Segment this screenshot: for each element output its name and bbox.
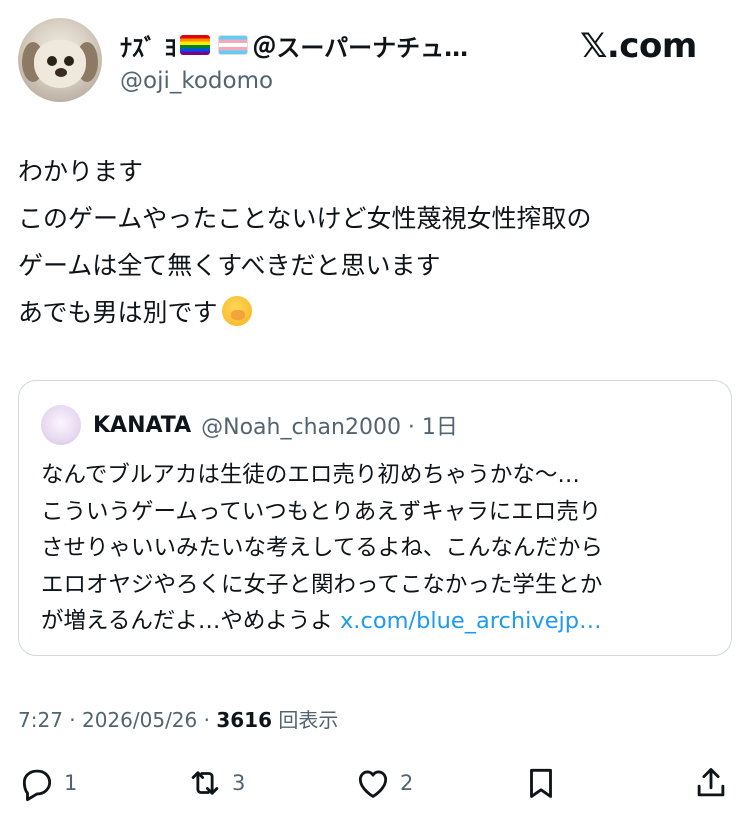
retweet-icon xyxy=(191,771,219,795)
avatar-eye xyxy=(64,56,74,66)
display-name-prefix: ﾅｽﾞ ﾖ xyxy=(120,33,177,62)
quoted-tweet[interactable]: KANATA @Noah_chan2000 · 1日 なんでブルアカは生徒のエロ… xyxy=(18,380,732,656)
retweet-button[interactable]: 3 xyxy=(186,760,245,806)
reply-icon xyxy=(22,769,52,802)
quote-link[interactable]: x.com/blue_archivejp… xyxy=(340,608,602,634)
tweet-line: このゲームやったことないけど女性蔑視女性搾取の xyxy=(18,204,592,233)
quote-body: なんでブルアカは生徒のエロ売り初めちゃうかな〜… こういうゲームっていつもとりあ… xyxy=(41,457,717,640)
x-logo[interactable]: 𝕏.com xyxy=(580,26,697,66)
reply-button[interactable]: 1 xyxy=(18,760,77,806)
trans-flag-icon xyxy=(218,35,249,55)
retweet-count: 3 xyxy=(232,771,246,795)
quote-header: KANATA @Noah_chan2000 · 1日 xyxy=(41,405,458,445)
tweet-header: ﾅｽﾞ ﾖ ＠スーパーナチュ… @oji_kodomo 𝕏.com xyxy=(18,18,732,108)
display-name-suffix: ＠スーパーナチュ… xyxy=(252,33,469,62)
tweet-meta: 7:27 · 2026/05/26 · 3616 回表示 xyxy=(18,704,338,733)
author-display-name[interactable]: ﾅｽﾞ ﾖ ＠スーパーナチュ… xyxy=(120,28,540,62)
quote-line: こういうゲームっていつもとりあえずキャラにエロ売り xyxy=(41,498,602,525)
tweet-body: わかります このゲームやったことないけど女性蔑視女性搾取の ゲームは全て無くすべ… xyxy=(18,148,732,336)
reply-count: 1 xyxy=(64,771,78,795)
bookmark-button[interactable] xyxy=(522,760,560,806)
author-names: ﾅｽﾞ ﾖ ＠スーパーナチュ… @oji_kodomo xyxy=(120,28,540,95)
tweet-line: わかります xyxy=(18,157,144,186)
share-button[interactable] xyxy=(692,760,730,806)
avatar-face xyxy=(34,40,86,88)
quote-line-last: が増えるんだよ…やめようよ x.com/blue_archivejp… xyxy=(41,603,717,640)
quote-avatar xyxy=(41,405,81,445)
tweet-line: ゲームは全て無くすべきだと思います xyxy=(18,251,441,280)
like-button[interactable]: 2 xyxy=(354,760,413,806)
bookmark-icon xyxy=(530,768,552,798)
action-bar: 1 3 2 xyxy=(18,760,732,806)
heart-icon xyxy=(358,770,388,798)
avatar-nose xyxy=(55,68,67,77)
author-handle[interactable]: @oji_kodomo xyxy=(120,68,540,94)
quote-handle-time: @Noah_chan2000 · 1日 xyxy=(201,415,458,440)
views-label: 回表示 xyxy=(272,708,339,732)
quote-line: なんでブルアカは生徒のエロ売り初めちゃうかな〜… xyxy=(41,462,580,488)
tweet-line-text: あでも男は別です xyxy=(18,298,218,327)
quote-line: させりゃいいみたいな考えしてるよね、こんなんだから xyxy=(41,535,603,561)
avatar-eye xyxy=(47,56,57,66)
tweet-line-last: あでも男は別です xyxy=(18,289,732,336)
view-count: 3616 xyxy=(216,708,273,732)
quote-author-name: KANATA xyxy=(93,412,192,438)
rainbow-flag-icon xyxy=(180,35,211,55)
like-count: 2 xyxy=(400,771,414,795)
tweet-timestamp[interactable]: 7:27 · 2026/05/26 · xyxy=(18,708,216,732)
quote-line-text: が増えるんだよ…やめようよ xyxy=(41,608,340,634)
quote-line: エロオヤジやろくに女子と関わってこなかった学生とか xyxy=(41,571,603,598)
face-with-hand-over-mouth-icon xyxy=(221,296,252,326)
share-icon xyxy=(697,768,725,797)
author-avatar[interactable] xyxy=(18,18,102,102)
